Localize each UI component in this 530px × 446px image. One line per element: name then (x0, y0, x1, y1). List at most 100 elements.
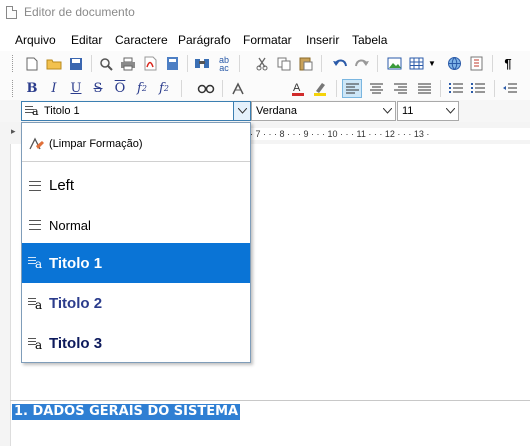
toolbar-separator (91, 55, 92, 72)
format-toolbar: B I U S O f2 f2 A (0, 76, 530, 101)
tab-stop-marker-icon[interactable]: ▸ (11, 126, 16, 137)
style-option-label: (Limpar Formação) (49, 138, 143, 150)
find-icon[interactable] (192, 54, 212, 73)
toolbar-separator (239, 55, 240, 72)
style-option-normal[interactable]: Normal (22, 207, 250, 243)
menu-paragrafo[interactable]: Parágrafo (178, 33, 231, 47)
menu-caractere[interactable]: Caractere (115, 33, 168, 47)
toolbar-separator (222, 80, 223, 97)
toolbar-separator (494, 80, 495, 97)
subscript-button[interactable]: f2 (132, 79, 152, 98)
italic-button[interactable]: I (44, 79, 64, 98)
undo-icon[interactable] (330, 54, 350, 73)
menu-arquivo[interactable]: Arquivo (15, 33, 56, 47)
bookmark-icon[interactable] (466, 54, 486, 73)
align-center-icon[interactable] (366, 79, 386, 98)
insert-table-icon[interactable] (406, 54, 426, 73)
style-option-titolo-1[interactable]: a Titolo 1 (22, 243, 250, 283)
menu-editar[interactable]: Editar (71, 33, 102, 47)
strikethrough-button[interactable]: S (88, 79, 108, 98)
standard-toolbar: ab ac ▼ ¶ (0, 51, 530, 76)
paragraph-lines-icon (29, 220, 41, 230)
style-char-icon: a (25, 105, 41, 118)
style-option-titolo-3[interactable]: a Titolo 3 (22, 324, 250, 362)
font-size-select[interactable]: 11 (397, 101, 459, 121)
style-option-label: Normal (49, 217, 91, 233)
export-pdf-icon[interactable] (140, 54, 160, 73)
paragraph-style-select[interactable]: a Titolo 1 (21, 101, 251, 121)
font-color-icon[interactable]: A (288, 79, 308, 98)
numbered-list-icon[interactable] (468, 79, 488, 98)
insert-link-icon[interactable] (444, 54, 464, 73)
title-bar: Editor de documento (0, 0, 530, 26)
toolbar-separator (181, 80, 182, 97)
font-size-value: 11 (402, 105, 414, 117)
style-option-label: Titolo 3 (49, 334, 103, 352)
style-option-label: Titolo 1 (49, 254, 103, 272)
style-char-icon: a (28, 297, 46, 312)
decrease-indent-icon[interactable] (500, 79, 520, 98)
menu-tabela[interactable]: Tabela (352, 33, 387, 47)
style-char-icon: a (28, 337, 46, 352)
align-justify-icon[interactable] (414, 79, 434, 98)
style-option-left[interactable]: Left (22, 167, 250, 203)
pilcrow-icon[interactable]: ¶ (498, 54, 518, 73)
cut-icon[interactable] (252, 54, 272, 73)
align-right-icon[interactable] (390, 79, 410, 98)
spellcheck-icon[interactable]: ab ac (214, 54, 234, 73)
menu-inserir[interactable]: Inserir (306, 33, 339, 47)
style-option-label: Left (49, 176, 75, 194)
clear-style-icon[interactable] (228, 79, 248, 98)
bullet-list-icon[interactable] (446, 79, 466, 98)
save-icon[interactable] (66, 54, 86, 73)
toolbar-separator (187, 55, 188, 72)
page-divider (10, 400, 530, 401)
style-char-icon: a (28, 256, 46, 271)
font-family-select[interactable]: Verdana (251, 101, 396, 121)
menu-formatar[interactable]: Formatar (243, 33, 292, 47)
clear-format-icon (29, 137, 44, 150)
style-option-label: Titolo 2 (49, 294, 103, 312)
new-document-icon[interactable] (22, 54, 42, 73)
toolbar-separator (440, 80, 441, 97)
table-dropdown-arrow-icon[interactable]: ▼ (426, 54, 438, 73)
copy-icon[interactable] (274, 54, 294, 73)
toolbar-separator (492, 55, 493, 72)
toolbar-grip[interactable] (12, 80, 15, 97)
redo-icon[interactable] (352, 54, 372, 73)
overline-button[interactable]: O (110, 79, 130, 98)
insert-image-icon[interactable] (384, 54, 404, 73)
paragraph-style-value: Titolo 1 (44, 105, 80, 117)
svg-text:A: A (293, 82, 301, 94)
underline-button[interactable]: U (66, 79, 86, 98)
style-option-titolo-2[interactable]: a Titolo 2 (22, 284, 250, 322)
font-family-value: Verdana (256, 105, 297, 117)
chevron-down-icon[interactable] (442, 102, 458, 120)
bold-button[interactable]: B (22, 79, 42, 98)
toolbar-grip[interactable] (12, 55, 15, 72)
print-icon[interactable] (118, 54, 138, 73)
document-heading[interactable]: 1. DADOS GERAIS DO SISTEMA (12, 404, 241, 420)
align-left-icon[interactable] (342, 79, 362, 98)
print-preview-icon[interactable] (96, 54, 116, 73)
style-font-bar: a Titolo 1 Verdana 11 (0, 100, 530, 122)
paste-icon[interactable] (296, 54, 316, 73)
dropdown-separator (22, 161, 250, 162)
superscript-button[interactable]: f2 (154, 79, 174, 98)
document-icon (6, 6, 17, 19)
open-folder-icon[interactable] (44, 54, 64, 73)
style-dropdown-list: (Limpar Formação) Left Normal a Titolo 1… (21, 122, 251, 363)
toolbar-separator (377, 55, 378, 72)
find-replace-icon[interactable] (196, 79, 216, 98)
export-icon[interactable] (162, 54, 182, 73)
chevron-down-icon[interactable] (379, 102, 395, 120)
toolbar-separator (321, 55, 322, 72)
window-title: Editor de documento (24, 5, 135, 19)
style-option-clear-format[interactable]: (Limpar Formação) (22, 129, 250, 159)
ruler-scale: · 7 · · · 8 · · · 9 · · · 10 · · · 11 · … (250, 128, 530, 140)
menu-bar: Arquivo Editar Caractere Parágrafo Forma… (0, 30, 530, 50)
chevron-down-icon[interactable] (233, 102, 250, 120)
paragraph-lines-icon (29, 181, 41, 191)
highlight-icon[interactable] (310, 79, 330, 98)
toolbar-separator (336, 80, 337, 97)
